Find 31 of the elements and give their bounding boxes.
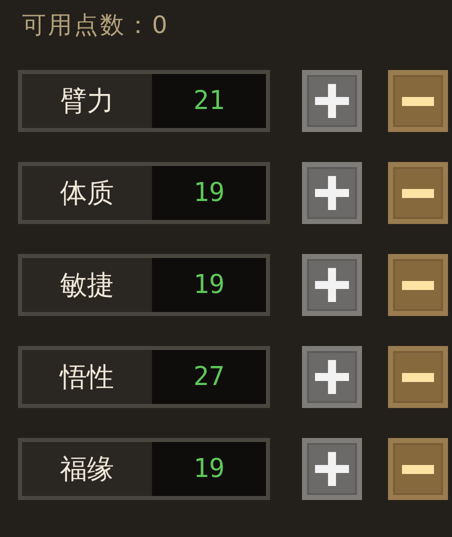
plus-icon [315, 360, 349, 394]
stat-value: 21 [152, 74, 266, 128]
minus-icon [402, 280, 434, 290]
stat-value: 19 [152, 258, 266, 312]
stat-name: 体质 [59, 177, 115, 211]
plus-icon [315, 176, 349, 210]
increase-button[interactable] [302, 346, 362, 408]
decrease-button[interactable] [388, 70, 448, 132]
available-points-label: 可用点数：0 [22, 10, 170, 41]
stat-name: 敏捷 [59, 269, 115, 303]
plus-icon [315, 452, 349, 486]
minus-icon [402, 96, 434, 106]
decrease-button[interactable] [388, 162, 448, 224]
decrease-button[interactable] [388, 254, 448, 316]
plus-icon [315, 84, 349, 118]
decrease-button[interactable] [388, 346, 448, 408]
increase-button[interactable] [302, 438, 362, 500]
minus-icon [402, 188, 434, 198]
stat-name: 福缘 [59, 453, 115, 487]
plus-icon [315, 268, 349, 302]
stat-value: 19 [152, 166, 266, 220]
stat-value: 27 [152, 350, 266, 404]
increase-button[interactable] [302, 162, 362, 224]
increase-button[interactable] [302, 254, 362, 316]
minus-icon [402, 464, 434, 474]
minus-icon [402, 372, 434, 382]
stat-name: 臂力 [59, 85, 115, 119]
stat-value: 19 [152, 442, 266, 496]
stat-name: 悟性 [58, 361, 115, 395]
increase-button[interactable] [302, 70, 362, 132]
decrease-button[interactable] [388, 438, 448, 500]
